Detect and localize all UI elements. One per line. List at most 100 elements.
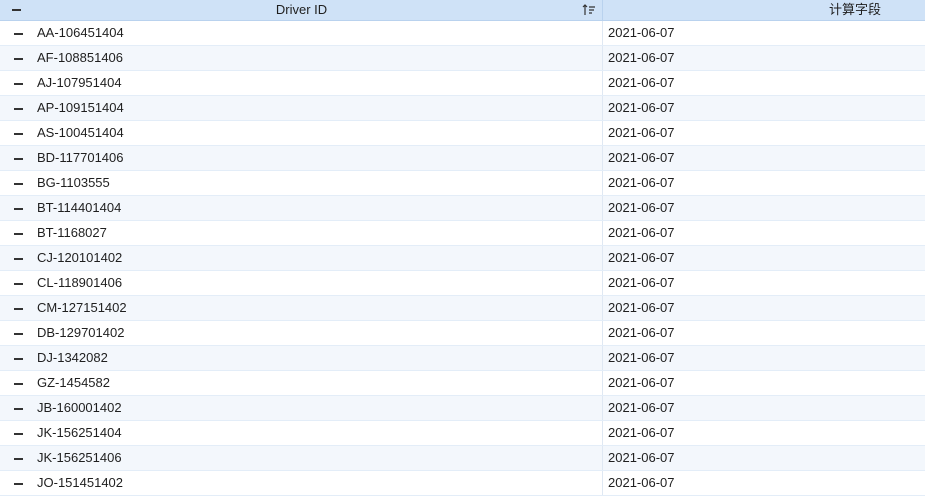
cell-calc-field: 2021-06-07 xyxy=(608,400,675,415)
cell-driver-id: JB-160001402 xyxy=(37,400,122,415)
row-collapse-icon[interactable] xyxy=(14,183,23,185)
row-collapse-icon[interactable] xyxy=(14,408,23,410)
row-collapse-icon[interactable] xyxy=(14,33,23,35)
row-collapse-icon[interactable] xyxy=(14,433,23,435)
row-collapse-icon[interactable] xyxy=(14,358,23,360)
cell-divider xyxy=(602,196,603,220)
cell-driver-id: AF-108851406 xyxy=(37,50,124,65)
table-header: Driver ID 计算字段 xyxy=(0,0,925,21)
table-row[interactable]: JK-156251406 2021-06-07 xyxy=(0,446,925,471)
cell-divider xyxy=(602,46,603,70)
cell-driver-id: JO-151451402 xyxy=(37,475,124,490)
row-collapse-icon[interactable] xyxy=(14,83,23,85)
cell-divider xyxy=(602,71,603,95)
table-row[interactable]: AF-108851406 2021-06-07 xyxy=(0,46,925,71)
cell-divider xyxy=(602,246,603,270)
cell-calc-field: 2021-06-07 xyxy=(608,100,675,115)
row-collapse-icon[interactable] xyxy=(14,58,23,60)
cell-driver-id: AS-100451404 xyxy=(37,125,124,140)
table-row[interactable]: JB-160001402 2021-06-07 xyxy=(0,396,925,421)
table-row[interactable]: BT-1168027 2021-06-07 xyxy=(0,221,925,246)
cell-divider xyxy=(602,446,603,470)
cell-calc-field: 2021-06-07 xyxy=(608,75,675,90)
cell-driver-id: JK-156251406 xyxy=(37,450,122,465)
row-collapse-icon[interactable] xyxy=(14,233,23,235)
table-body: AA-106451404 2021-06-07 AF-108851406 2021-0… xyxy=(0,21,925,496)
table-row[interactable]: CJ-120101402 2021-06-07 xyxy=(0,246,925,271)
cell-calc-field: 2021-06-07 xyxy=(608,25,675,40)
row-collapse-icon[interactable] xyxy=(14,283,23,285)
column-header-driver-id[interactable]: Driver ID xyxy=(0,0,603,20)
cell-divider xyxy=(602,346,603,370)
cell-divider xyxy=(602,146,603,170)
cell-driver-id: AA-106451404 xyxy=(37,25,124,40)
cell-driver-id: BD-117701406 xyxy=(37,150,124,165)
cell-divider xyxy=(602,421,603,445)
table-row[interactable]: BG-1103555 2021-06-07 xyxy=(0,171,925,196)
row-collapse-icon[interactable] xyxy=(14,258,23,260)
table-row[interactable]: CM-127151402 2021-06-07 xyxy=(0,296,925,321)
cell-driver-id: BG-1103555 xyxy=(37,175,110,190)
table-row[interactable]: AA-106451404 2021-06-07 xyxy=(0,21,925,46)
cell-driver-id: CM-127151402 xyxy=(37,300,127,315)
cell-driver-id: CJ-120101402 xyxy=(37,250,123,265)
cell-divider xyxy=(602,396,603,420)
cell-calc-field: 2021-06-07 xyxy=(608,475,675,490)
table-row[interactable]: AP-109151404 2021-06-07 xyxy=(0,96,925,121)
table-row[interactable]: BD-117701406 2021-06-07 xyxy=(0,146,925,171)
row-collapse-icon[interactable] xyxy=(14,308,23,310)
cell-divider xyxy=(602,96,603,120)
row-collapse-icon[interactable] xyxy=(14,208,23,210)
cell-calc-field: 2021-06-07 xyxy=(608,425,675,440)
cell-divider xyxy=(602,321,603,345)
table-row[interactable]: DJ-1342082 2021-06-07 xyxy=(0,346,925,371)
table-row[interactable]: JO-151451402 2021-06-07 xyxy=(0,471,925,496)
cell-calc-field: 2021-06-07 xyxy=(608,200,675,215)
row-collapse-icon[interactable] xyxy=(14,458,23,460)
cell-calc-field: 2021-06-07 xyxy=(608,375,675,390)
cell-calc-field: 2021-06-07 xyxy=(608,250,675,265)
cell-divider xyxy=(602,271,603,295)
cell-divider xyxy=(602,371,603,395)
table-row[interactable]: GZ-1454582 2021-06-07 xyxy=(0,371,925,396)
column-header-calc-field[interactable]: 计算字段 xyxy=(603,0,925,20)
table-row[interactable]: AJ-107951404 2021-06-07 xyxy=(0,71,925,96)
cell-driver-id: JK-156251404 xyxy=(37,425,122,440)
cell-divider xyxy=(602,21,603,45)
cell-divider xyxy=(602,221,603,245)
table-row[interactable]: BT-114401404 2021-06-07 xyxy=(0,196,925,221)
cell-calc-field: 2021-06-07 xyxy=(608,275,675,290)
cell-driver-id: BT-1168027 xyxy=(37,225,107,240)
table-row[interactable]: CL-118901406 2021-06-07 xyxy=(0,271,925,296)
sort-icon[interactable] xyxy=(582,3,596,17)
cell-calc-field: 2021-06-07 xyxy=(608,350,675,365)
cell-driver-id: CL-118901406 xyxy=(37,275,123,290)
cell-driver-id: BT-114401404 xyxy=(37,200,122,215)
cell-driver-id: AJ-107951404 xyxy=(37,75,122,90)
row-collapse-icon[interactable] xyxy=(14,383,23,385)
row-collapse-icon[interactable] xyxy=(14,158,23,160)
cell-divider xyxy=(602,296,603,320)
cell-calc-field: 2021-06-07 xyxy=(608,450,675,465)
table-row[interactable]: AS-100451404 2021-06-07 xyxy=(0,121,925,146)
cell-driver-id: AP-109151404 xyxy=(37,100,124,115)
cell-calc-field: 2021-06-07 xyxy=(608,300,675,315)
row-collapse-icon[interactable] xyxy=(14,133,23,135)
cell-calc-field: 2021-06-07 xyxy=(608,125,675,140)
cell-calc-field: 2021-06-07 xyxy=(608,150,675,165)
cell-calc-field: 2021-06-07 xyxy=(608,325,675,340)
cell-driver-id: DB-129701402 xyxy=(37,325,125,340)
row-collapse-icon[interactable] xyxy=(14,483,23,485)
row-collapse-icon[interactable] xyxy=(14,108,23,110)
cell-divider xyxy=(602,121,603,145)
cell-calc-field: 2021-06-07 xyxy=(608,225,675,240)
table-row[interactable]: JK-156251404 2021-06-07 xyxy=(0,421,925,446)
pivot-table: Driver ID 计算字段 AA-106451404 2021-06-07 AF-… xyxy=(0,0,925,496)
cell-calc-field: 2021-06-07 xyxy=(608,175,675,190)
cell-calc-field: 2021-06-07 xyxy=(608,50,675,65)
row-collapse-icon[interactable] xyxy=(14,333,23,335)
table-row[interactable]: DB-129701402 2021-06-07 xyxy=(0,321,925,346)
cell-divider xyxy=(602,471,603,495)
cell-driver-id: DJ-1342082 xyxy=(37,350,108,365)
cell-divider xyxy=(602,171,603,195)
